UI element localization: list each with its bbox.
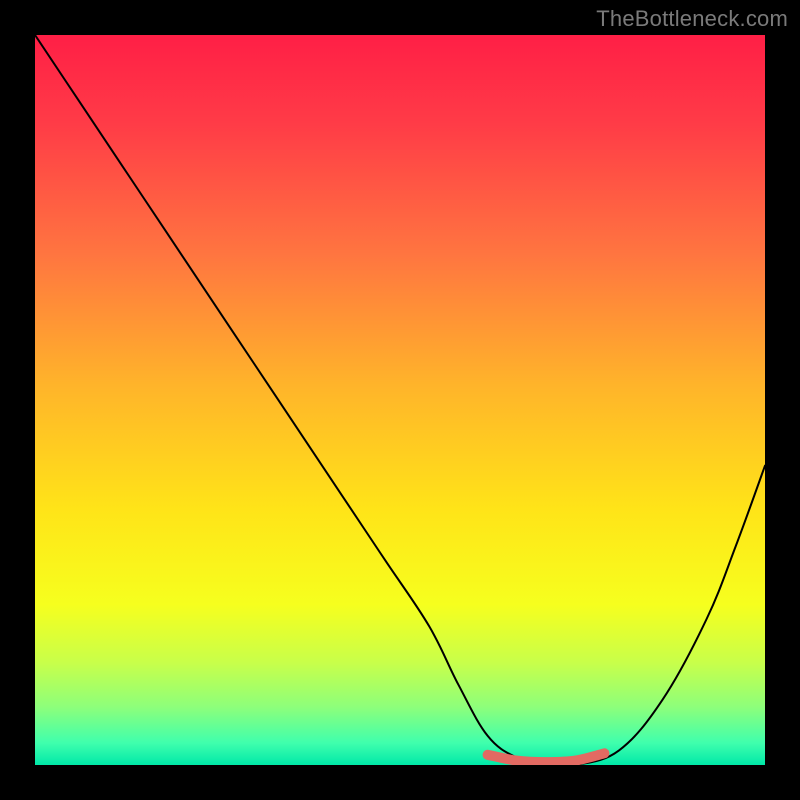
chart-svg <box>35 35 765 765</box>
plot-area <box>35 35 765 765</box>
optimal-range-marker <box>488 753 605 762</box>
chart-frame: TheBottleneck.com <box>0 0 800 800</box>
bottleneck-curve <box>35 35 765 765</box>
watermark-text: TheBottleneck.com <box>596 6 788 32</box>
